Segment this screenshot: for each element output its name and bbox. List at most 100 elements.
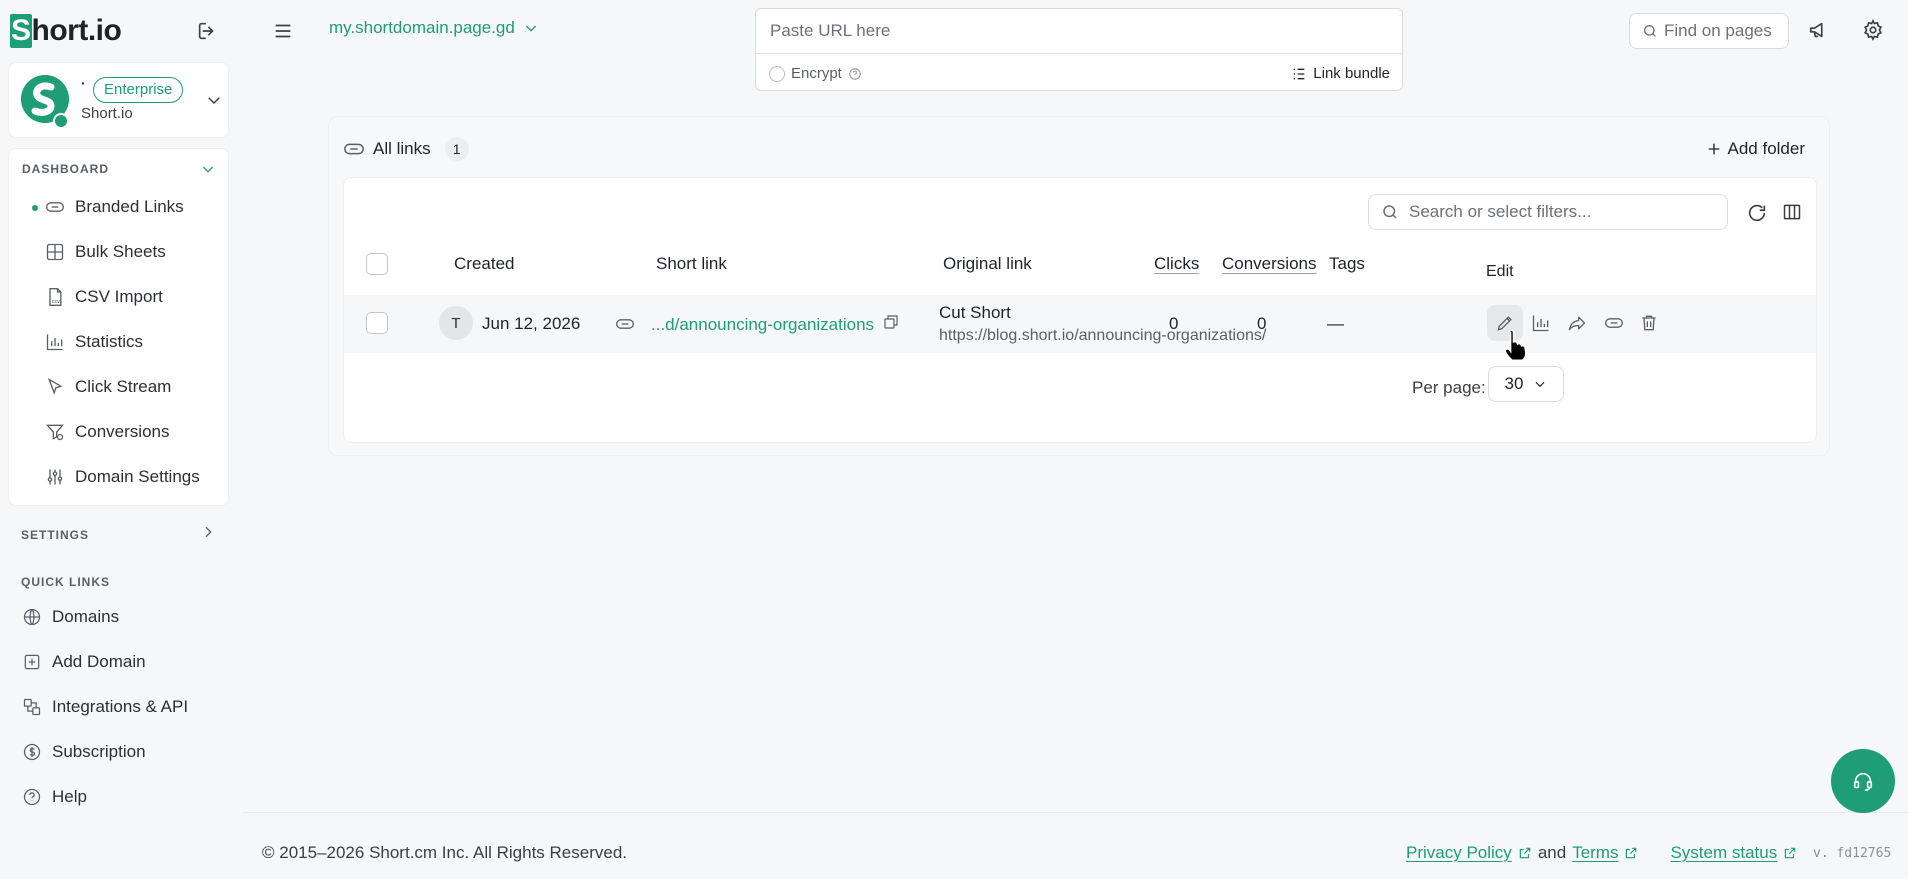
account-switcher[interactable]: · Enterprise Short.io bbox=[8, 62, 229, 138]
link-bundle-label: Link bundle bbox=[1313, 65, 1390, 82]
logo-mark: S bbox=[10, 14, 32, 48]
logout-icon[interactable] bbox=[196, 20, 218, 42]
quick-links-title: QUICK LINKS bbox=[21, 575, 110, 589]
find-on-pages-input[interactable]: Find on pages bbox=[1629, 13, 1789, 49]
chevron-down-icon[interactable] bbox=[200, 161, 216, 177]
share-icon[interactable] bbox=[1567, 313, 1587, 333]
sidebar-item-click-stream[interactable]: Click Stream bbox=[45, 372, 171, 402]
refresh-icon[interactable] bbox=[1746, 202, 1768, 224]
megaphone-icon[interactable] bbox=[1808, 19, 1830, 41]
row-checkbox[interactable] bbox=[366, 312, 388, 334]
quick-link-integrations[interactable]: Integrations & API bbox=[22, 692, 188, 722]
column-header-clicks[interactable]: Clicks bbox=[1154, 254, 1199, 274]
short-link[interactable]: ...d/announcing-organizations bbox=[651, 315, 874, 335]
clicks-count: 0 bbox=[1169, 314, 1179, 333]
quick-link-label: Domains bbox=[52, 607, 120, 626]
per-page-label: Per page: bbox=[1412, 378, 1486, 397]
chevron-down-icon[interactable] bbox=[205, 91, 223, 109]
terms-label: Terms bbox=[1572, 843, 1619, 862]
quick-link-subscription[interactable]: Subscription bbox=[22, 737, 146, 767]
search-icon bbox=[1642, 23, 1658, 39]
sidebar-item-conversions[interactable]: Conversions bbox=[45, 417, 170, 447]
sidebar-item-label: Click Stream bbox=[75, 377, 172, 396]
tags-value: — bbox=[1327, 314, 1344, 333]
select-all-checkbox[interactable] bbox=[366, 253, 388, 275]
columns-icon[interactable] bbox=[1782, 202, 1802, 222]
encrypt-toggle[interactable]: Encrypt bbox=[769, 65, 862, 82]
per-page-select[interactable]: 30 bbox=[1488, 366, 1564, 402]
original-url[interactable]: https://blog.short.io/announcing-organiz… bbox=[939, 327, 1266, 345]
footer-links: Privacy Policy and Terms System status bbox=[1406, 843, 1797, 863]
link-icon[interactable] bbox=[1603, 313, 1625, 333]
cursor-icon bbox=[45, 377, 65, 397]
sidebar-item-label: Branded Links bbox=[75, 197, 184, 216]
support-chat-button[interactable] bbox=[1831, 749, 1895, 813]
sidebar-item-statistics[interactable]: Statistics bbox=[45, 327, 143, 357]
column-header-tags: Tags bbox=[1329, 254, 1365, 273]
external-link-icon bbox=[1626, 847, 1637, 859]
find-placeholder: Find on pages bbox=[1664, 21, 1772, 40]
gear-icon[interactable] bbox=[1862, 19, 1884, 41]
terms-link[interactable]: Terms bbox=[1572, 843, 1638, 863]
encrypt-radio[interactable] bbox=[769, 65, 785, 82]
footer-and-text: and bbox=[1537, 843, 1567, 862]
search-icon bbox=[1381, 203, 1399, 221]
trash-icon[interactable] bbox=[1639, 313, 1659, 333]
sidebar-item-branded-links[interactable]: Branded Links bbox=[45, 192, 184, 222]
column-header-conversions[interactable]: Conversions bbox=[1222, 254, 1317, 274]
sidebar: Short.io · Enterprise Short.io DASHBOARD… bbox=[0, 0, 243, 879]
integrations-icon bbox=[22, 697, 42, 717]
privacy-policy-link[interactable]: Privacy Policy bbox=[1406, 843, 1532, 863]
creator-avatar: T bbox=[439, 306, 473, 340]
menu-icon[interactable] bbox=[272, 20, 294, 42]
url-shortener-box: Encrypt Link bundle bbox=[755, 8, 1403, 91]
logo-text: hort.io bbox=[31, 14, 122, 47]
table-row[interactable]: T Jun 12, 2026 ...d/announcing-organizat… bbox=[344, 295, 1816, 353]
link-title: Cut Short bbox=[939, 303, 1011, 322]
chevron-right-icon[interactable] bbox=[200, 524, 216, 540]
csv-file-icon: csv bbox=[45, 287, 65, 307]
link-icon bbox=[45, 197, 65, 217]
all-links-title: All links bbox=[373, 139, 431, 158]
quick-link-label: Integrations & API bbox=[52, 697, 189, 716]
shortio-logo[interactable]: Short.io bbox=[10, 14, 122, 48]
list-tree-icon bbox=[1291, 66, 1307, 82]
quick-link-label: Subscription bbox=[52, 742, 146, 761]
help-icon bbox=[22, 787, 42, 807]
sidebar-item-label: CSV Import bbox=[75, 287, 163, 306]
sidebar-item-bulk-sheets[interactable]: Bulk Sheets bbox=[45, 237, 166, 267]
domain-selector[interactable]: my.shortdomain.page.gd bbox=[329, 18, 539, 38]
quick-link-domains[interactable]: Domains bbox=[22, 602, 119, 632]
sidebar-item-domain-settings[interactable]: Domain Settings bbox=[45, 462, 200, 492]
active-indicator bbox=[32, 205, 38, 211]
headset-icon bbox=[1852, 770, 1874, 792]
paste-url-input[interactable] bbox=[756, 9, 1402, 54]
link-icon bbox=[614, 314, 636, 334]
account-org-badge-icon bbox=[53, 113, 69, 129]
sidebar-item-csv-import[interactable]: csv CSV Import bbox=[45, 282, 163, 312]
add-folder-label: Add folder bbox=[1727, 139, 1806, 158]
column-header-original-link: Original link bbox=[943, 254, 1032, 273]
search-filters-input[interactable]: Search or select filters... bbox=[1368, 194, 1728, 230]
link-bundle-button[interactable]: Link bundle bbox=[1291, 65, 1390, 82]
bar-chart-icon[interactable] bbox=[1531, 313, 1551, 333]
system-status-link[interactable]: System status bbox=[1670, 843, 1797, 863]
domain-name: my.shortdomain.page.gd bbox=[329, 18, 515, 37]
account-title: · bbox=[81, 75, 86, 91]
help-icon[interactable] bbox=[848, 67, 862, 81]
links-table-panel: Search or select filters... Created Shor… bbox=[343, 177, 1817, 443]
quick-link-label: Help bbox=[52, 787, 87, 806]
status-label: System status bbox=[1670, 843, 1778, 862]
copy-icon[interactable] bbox=[882, 313, 900, 331]
hand-cursor-icon bbox=[1502, 328, 1530, 362]
chevron-down-icon bbox=[523, 20, 539, 36]
conversions-count: 0 bbox=[1257, 314, 1267, 333]
quick-link-help[interactable]: Help bbox=[22, 782, 87, 812]
add-folder-button[interactable]: Add folder bbox=[1706, 139, 1806, 159]
sidebar-item-label: Conversions bbox=[75, 422, 170, 441]
all-links-header[interactable]: All links 1 bbox=[343, 137, 469, 161]
quick-link-add-domain[interactable]: Add Domain bbox=[22, 647, 146, 677]
edit-tooltip: Edit bbox=[1486, 263, 1514, 280]
column-header-created[interactable]: Created bbox=[454, 254, 514, 274]
settings-section-title[interactable]: SETTINGS bbox=[21, 528, 89, 542]
